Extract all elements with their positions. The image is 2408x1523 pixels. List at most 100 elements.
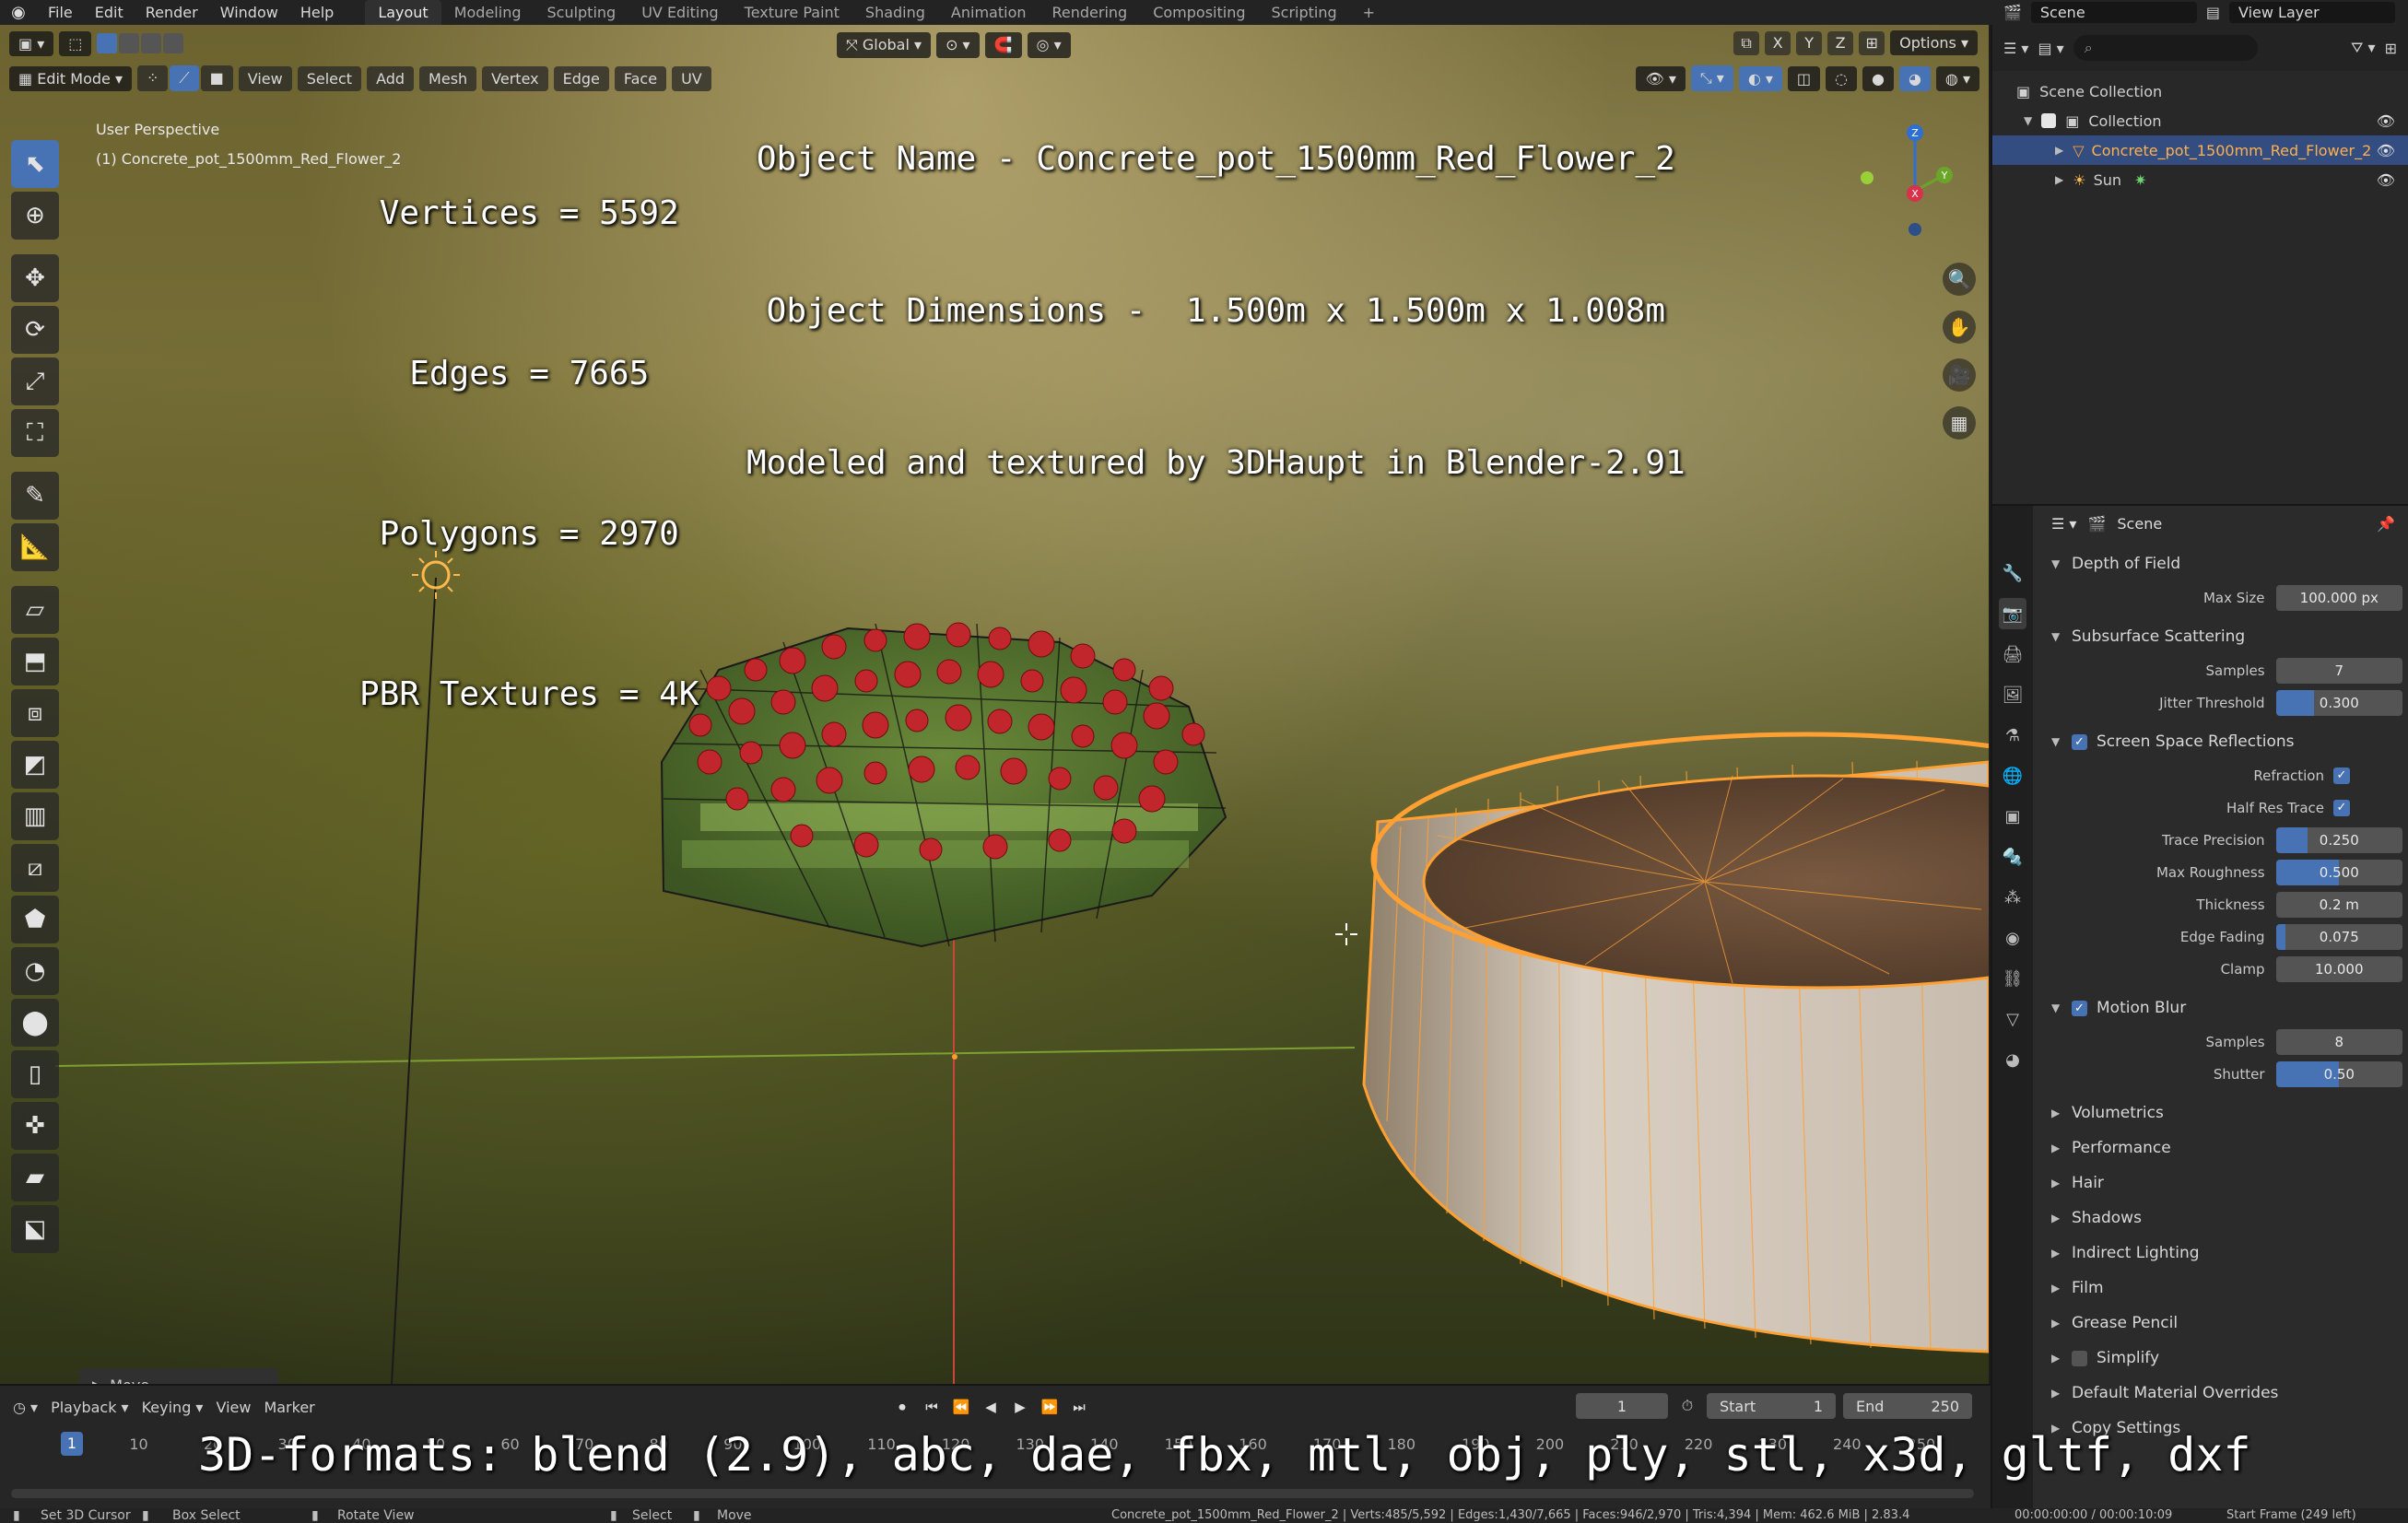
object-tab-icon[interactable]: ▣ bbox=[1999, 801, 2026, 832]
material-shading-icon[interactable]: ◕ bbox=[1898, 65, 1931, 91]
scene-collection-row[interactable]: ▣ Scene Collection bbox=[1992, 76, 2408, 106]
gizmo-toggle-icon[interactable]: ⤡ ▾ bbox=[1690, 65, 1733, 91]
rendered-shading-icon[interactable]: ◍ ▾ bbox=[1935, 65, 1979, 91]
scene-tab-icon[interactable]: ⚗ bbox=[1999, 720, 2026, 751]
simplify-checkbox[interactable] bbox=[2072, 1350, 2087, 1366]
select-mode-new-icon[interactable] bbox=[97, 33, 118, 53]
menu-window[interactable]: Window bbox=[209, 4, 289, 21]
mirror-z-toggle[interactable]: Z bbox=[1827, 30, 1854, 55]
constraints-tab-icon[interactable]: ⛓ bbox=[1999, 963, 2026, 994]
edge-select-icon[interactable]: ⟋ bbox=[170, 65, 199, 91]
select-box-tool-icon[interactable]: ⬉ bbox=[11, 140, 59, 188]
jump-end-icon[interactable]: ⏭ bbox=[1067, 1395, 1091, 1419]
menu-playback[interactable]: Playback ▾ bbox=[51, 1399, 129, 1416]
prev-keyframe-icon[interactable]: ⏪ bbox=[949, 1395, 973, 1419]
select-mode-invert-icon[interactable] bbox=[163, 33, 184, 53]
view-layer-field[interactable]: View Layer bbox=[2229, 2, 2395, 23]
mirror-icon[interactable]: ⧉ bbox=[1733, 30, 1760, 55]
outliner-item-pot[interactable]: ▶ ▽ Concrete_pot_1500mm_Red_Flower_2 👁 bbox=[1992, 135, 2408, 165]
select-mode-extend-icon[interactable] bbox=[119, 33, 140, 53]
perspective-grid-icon[interactable]: ▦ bbox=[1943, 406, 1976, 439]
section-shadows[interactable]: ▶ Shadows bbox=[2038, 1201, 2402, 1236]
edge-fading-slider[interactable]: 0.075 bbox=[2275, 923, 2402, 950]
properties-editor-icon[interactable]: ☰ ▾ bbox=[2051, 515, 2076, 533]
eye-icon[interactable]: 👁 bbox=[2377, 112, 2395, 130]
render-tab-icon[interactable]: 📷 bbox=[1999, 598, 2026, 629]
outliner-search-input[interactable]: ⌕ bbox=[2073, 35, 2258, 61]
editor-type-icon[interactable]: ▣ ▾ bbox=[9, 30, 54, 56]
scale-tool-icon[interactable]: ⤢ bbox=[11, 357, 59, 405]
shear-tool-icon[interactable]: ▰ bbox=[11, 1154, 59, 1201]
data-tab-icon[interactable]: ▽ bbox=[1999, 1003, 2026, 1035]
max-roughness-slider[interactable]: 0.500 bbox=[2275, 859, 2402, 885]
modifier-tab-icon[interactable]: 🔩 bbox=[1999, 841, 2026, 873]
section-simplify[interactable]: ▶ Simplify bbox=[2038, 1341, 2402, 1376]
face-select-icon[interactable]: ■ bbox=[200, 65, 233, 91]
start-frame-field[interactable]: Start 1 bbox=[1707, 1393, 1836, 1419]
transform-tool-icon[interactable]: ⛶ bbox=[11, 409, 59, 457]
jitter-threshold-slider[interactable]: 0.300 bbox=[2275, 689, 2402, 716]
measure-tool-icon[interactable]: 📐 bbox=[11, 523, 59, 571]
menu-view[interactable]: View bbox=[216, 1399, 251, 1416]
section-default-material-overrides[interactable]: ▶ Default Material Overrides bbox=[2038, 1376, 2402, 1411]
pan-hand-icon[interactable]: ✋ bbox=[1943, 310, 1976, 344]
section-volumetrics[interactable]: ▶ Volumetrics bbox=[2038, 1095, 2402, 1131]
mirror-y-toggle[interactable]: Y bbox=[1796, 30, 1823, 55]
navigation-gizmo[interactable]: Z Y X bbox=[1850, 117, 1961, 255]
add-cube-tool-icon[interactable]: ▱ bbox=[11, 586, 59, 634]
zoom-icon[interactable]: 🔍 bbox=[1943, 263, 1976, 296]
display-mode-icon[interactable]: ▤ ▾ bbox=[2038, 40, 2063, 57]
preview-range-icon[interactable]: ⏱ bbox=[1675, 1393, 1699, 1419]
rip-tool-icon[interactable]: ⬕ bbox=[11, 1205, 59, 1253]
section-motion-blur[interactable]: ▼ ✓ Motion Blur bbox=[2038, 990, 2402, 1025]
output-tab-icon[interactable]: 🖨 bbox=[1999, 638, 2026, 670]
physics-tab-icon[interactable]: ◉ bbox=[1999, 922, 2026, 954]
refraction-checkbox[interactable]: ✓ bbox=[2333, 767, 2350, 784]
jump-start-icon[interactable]: ⏮ bbox=[920, 1395, 944, 1419]
menu-keying[interactable]: Keying ▾ bbox=[142, 1399, 204, 1416]
xray-toggle-icon[interactable]: ◫ bbox=[1787, 65, 1821, 91]
tab-compositing[interactable]: Compositing bbox=[1140, 0, 1258, 25]
outliner-editor-icon[interactable]: ☰ ▾ bbox=[2003, 40, 2028, 57]
tab-scripting[interactable]: Scripting bbox=[1259, 0, 1350, 25]
timeline-scrollbar[interactable] bbox=[11, 1489, 1974, 1498]
material-tab-icon[interactable]: ◕ bbox=[1999, 1044, 2026, 1075]
menu-edit[interactable]: Edit bbox=[84, 4, 135, 21]
menu-render[interactable]: Render bbox=[135, 4, 209, 21]
auto-merge-icon[interactable]: ⊞ bbox=[1859, 30, 1885, 55]
trace-precision-slider[interactable]: 0.250 bbox=[2275, 826, 2402, 853]
scene-field[interactable]: Scene bbox=[2030, 2, 2197, 23]
play-reverse-icon[interactable]: ◀ bbox=[979, 1395, 1003, 1419]
tab-shading[interactable]: Shading bbox=[852, 0, 938, 25]
options-dropdown[interactable]: Options ▾ bbox=[1890, 30, 1978, 55]
add-workspace-button[interactable]: + bbox=[1350, 0, 1388, 25]
section-grease-pencil[interactable]: ▶ Grease Pencil bbox=[2038, 1306, 2402, 1341]
expand-arrow-icon[interactable]: ▶ bbox=[2055, 144, 2063, 157]
mode-dropdown[interactable]: ▦ Edit Mode ▾ bbox=[9, 65, 132, 91]
3d-viewport[interactable]: ▣ ▾ ⬚ ▦ Edit Mode ▾ ⁘ ⟋ ■ View Select Ad… bbox=[0, 25, 1989, 1384]
mirror-x-toggle[interactable]: X bbox=[1765, 30, 1791, 55]
tool-tab-icon[interactable]: 🔧 bbox=[1999, 557, 2026, 589]
loop-cut-tool-icon[interactable]: ▥ bbox=[11, 792, 59, 840]
particles-tab-icon[interactable]: ⁂ bbox=[1999, 882, 2026, 913]
section-film[interactable]: ▶ Film bbox=[2038, 1271, 2402, 1306]
section-screen-space-reflections[interactable]: ▼ ✓ Screen Space Reflections bbox=[2038, 724, 2402, 759]
record-icon[interactable]: ⏺ bbox=[890, 1395, 914, 1419]
knife-tool-icon[interactable]: ⧄ bbox=[11, 844, 59, 892]
bevel-tool-icon[interactable]: ◩ bbox=[11, 741, 59, 789]
tab-sculpting[interactable]: Sculpting bbox=[534, 0, 628, 25]
view-layer-tab-icon[interactable]: 🖼 bbox=[1999, 679, 2026, 710]
select-tool-icon[interactable]: ⬚ bbox=[59, 30, 92, 56]
section-depth-of-field[interactable]: ▼ Depth of Field bbox=[2038, 546, 2402, 581]
eye-icon[interactable]: 👁 bbox=[2377, 171, 2395, 189]
section-hair[interactable]: ▶ Hair bbox=[2038, 1166, 2402, 1201]
tab-uv-editing[interactable]: UV Editing bbox=[628, 0, 731, 25]
timeline-editor-icon[interactable]: ◷ ▾ bbox=[13, 1399, 38, 1416]
inset-tool-icon[interactable]: ⧈ bbox=[11, 689, 59, 737]
outliner-item-sun[interactable]: ▶ ☀ Sun ✷ 👁 bbox=[1992, 165, 2408, 194]
menu-view[interactable]: View bbox=[238, 65, 292, 91]
expand-arrow-icon[interactable]: ▶ bbox=[2055, 173, 2063, 186]
thickness-field[interactable]: 0.2 m bbox=[2275, 891, 2402, 918]
selection-mode-buttons[interactable] bbox=[97, 33, 184, 53]
menu-select[interactable]: Select bbox=[297, 65, 362, 91]
